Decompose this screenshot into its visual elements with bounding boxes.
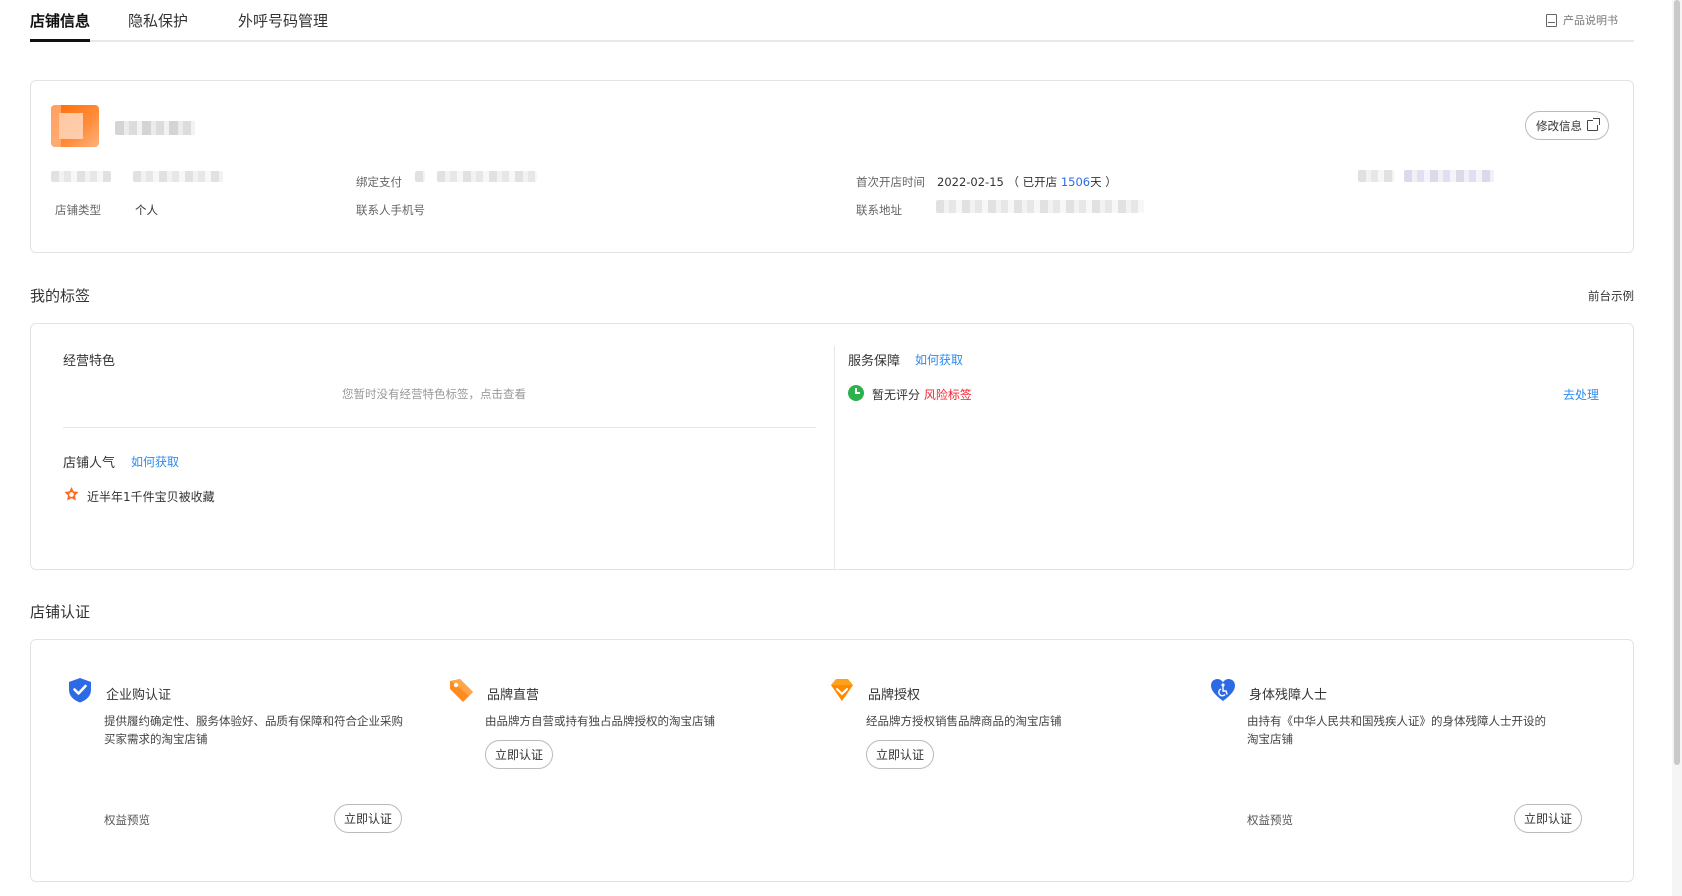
- cert-item-brand-direct: 品牌直营 由品牌方自营或持有独占品牌授权的淘宝店铺 立即认证: [447, 676, 787, 856]
- redacted-value: [133, 171, 223, 182]
- opened-suffix: 天 ）: [1090, 175, 1117, 189]
- redacted-label-right: [1358, 170, 1394, 182]
- service-status-text: 暂无评分: [872, 388, 921, 402]
- first-open-value: 2022-02-15 （ 已开店 1506天 ）: [937, 174, 1117, 190]
- edit-info-button[interactable]: 修改信息: [1525, 111, 1609, 140]
- rights-preview-link[interactable]: 权益预览: [1247, 812, 1293, 828]
- product-manual-label: 产品说明书: [1563, 14, 1618, 27]
- divider: [63, 427, 816, 428]
- tab-outbound-numbers[interactable]: 外呼号码管理: [238, 10, 328, 42]
- popularity-star-icon: [64, 487, 79, 501]
- business-features-empty-hint[interactable]: 您暂时没有经营特色标签，点击查看: [342, 386, 526, 402]
- service-how-to-get-link[interactable]: 如何获取: [915, 351, 963, 368]
- edit-info-label: 修改信息: [1536, 118, 1582, 133]
- redacted-label-tail: [415, 171, 425, 182]
- contact-phone-label: 联系人手机号: [356, 203, 425, 217]
- first-open-label: 首次开店时间: [856, 175, 925, 189]
- cert-name: 品牌直营: [487, 688, 540, 703]
- address-label: 联系地址: [856, 203, 902, 217]
- redacted-label: [51, 171, 111, 182]
- tab-privacy[interactable]: 隐私保护: [128, 10, 188, 42]
- diamond-icon: [831, 679, 853, 701]
- service-guarantee-title: 服务保障: [848, 354, 901, 369]
- cert-desc: 经品牌方授权销售品牌商品的淘宝店铺: [866, 714, 1062, 728]
- brand-tag-icon: [450, 679, 473, 702]
- opened-prefix: （ 已开店: [1007, 175, 1061, 189]
- redacted-address: [936, 200, 1144, 213]
- opened-days: 1506: [1060, 175, 1091, 189]
- certify-now-button[interactable]: 立即认证: [866, 740, 935, 769]
- redacted-value-right: [1404, 170, 1494, 182]
- my-tags-title: 我的标签: [30, 287, 91, 305]
- service-handle-link[interactable]: 去处理: [1563, 386, 1599, 403]
- risk-tag: 风险标签: [923, 388, 972, 402]
- vertical-divider: [834, 346, 835, 570]
- shop-cert-title: 店铺认证: [30, 603, 91, 621]
- cert-name: 企业购认证: [106, 688, 172, 703]
- cert-name: 身体残障人士: [1249, 688, 1328, 703]
- clock-icon: [848, 385, 864, 401]
- scrollbar-track[interactable]: [1672, 0, 1682, 896]
- rights-preview-link[interactable]: 权益预览: [104, 812, 150, 828]
- cert-desc: 提供履约确定性、服务体验好、品质有保障和符合企业采购买家需求的淘宝店铺: [104, 714, 403, 746]
- shop-type-value: 个人: [135, 203, 158, 217]
- shield-check-icon: [69, 678, 91, 703]
- cert-card: 企业购认证 提供履约确定性、服务体验好、品质有保障和符合企业采购买家需求的淘宝店…: [30, 639, 1634, 882]
- certify-now-button[interactable]: 立即认证: [485, 740, 554, 769]
- cert-item-enterprise: 企业购认证 提供履约确定性、服务体验好、品质有保障和符合企业采购买家需求的淘宝店…: [66, 676, 406, 856]
- shop-info-card: 修改信息 绑定支付 首次开店时间 2022-02-15 （ 已开店 1506天 …: [30, 80, 1634, 253]
- shop-logo: [51, 105, 99, 147]
- top-tabs: 店铺信息 隐私保护 外呼号码管理 产品说明书: [30, 0, 1634, 42]
- popularity-item: 近半年1千件宝贝被收藏: [87, 490, 215, 504]
- tab-shop-info[interactable]: 店铺信息: [30, 10, 91, 42]
- front-example-link[interactable]: 前台示例: [1588, 288, 1634, 304]
- business-features-title: 经营特色: [63, 354, 116, 369]
- product-manual-link[interactable]: 产品说明书: [1546, 12, 1618, 28]
- shop-type-label: 店铺类型: [55, 203, 101, 217]
- external-link-icon: [1587, 118, 1600, 131]
- accessibility-heart-icon: [1211, 679, 1235, 701]
- redacted-alipay: [437, 171, 537, 182]
- certify-now-button[interactable]: 立即认证: [334, 804, 403, 833]
- cert-name: 品牌授权: [868, 688, 921, 703]
- book-icon: [1546, 13, 1557, 27]
- cert-item-brand-authorized: 品牌授权 经品牌方授权销售品牌商品的淘宝店铺 立即认证: [828, 676, 1168, 856]
- first-open-date: 2022-02-15: [937, 175, 1004, 189]
- cert-desc: 由品牌方自营或持有独占品牌授权的淘宝店铺: [485, 714, 715, 728]
- cert-item-disability: 身体残障人士 由持有《中华人民共和国残疾人证》的身体残障人士开设的淘宝店铺 权益…: [1209, 676, 1583, 856]
- cert-desc: 由持有《中华人民共和国残疾人证》的身体残障人士开设的淘宝店铺: [1247, 714, 1546, 746]
- tags-card: 经营特色 您暂时没有经营特色标签，点击查看 店铺人气 如何获取 近半年1千件宝贝…: [30, 323, 1634, 570]
- certify-now-button[interactable]: 立即认证: [1514, 804, 1583, 833]
- popularity-title: 店铺人气: [63, 456, 116, 471]
- popularity-how-to-get-link[interactable]: 如何获取: [131, 453, 179, 470]
- shop-name-redacted: [115, 121, 195, 135]
- service-status: 暂无评分 风险标签: [872, 386, 972, 403]
- scrollbar-thumb[interactable]: [1674, 0, 1680, 765]
- bind-alipay-label: 绑定支付: [356, 175, 402, 189]
